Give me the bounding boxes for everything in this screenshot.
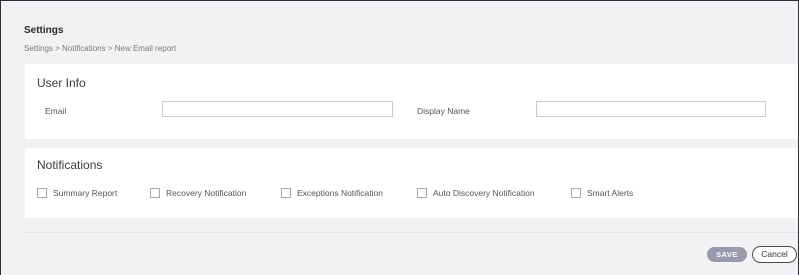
checkbox-label: Exceptions Notification (297, 188, 383, 198)
checkbox-box[interactable] (571, 188, 581, 198)
checkbox-label: Summary Report (53, 188, 118, 198)
checkbox-label: Recovery Notification (166, 188, 247, 198)
display-name-field[interactable] (536, 101, 766, 117)
summary-report-checkbox[interactable]: Summary Report (37, 188, 117, 198)
email-field[interactable] (162, 101, 393, 117)
checkbox-box[interactable] (150, 188, 160, 198)
auto-discovery-notification-checkbox[interactable]: Auto Discovery Notification (417, 188, 535, 198)
smart-alerts-checkbox[interactable]: Smart Alerts (571, 188, 633, 198)
breadcrumb: Settings > Notifications > New Email rep… (24, 44, 177, 53)
notifications-title: Notifications (37, 158, 103, 172)
notifications-card: Notifications Summary Report Recovery No… (25, 148, 798, 218)
footer-divider (25, 232, 798, 233)
settings-window: Settings Settings > Notifications > New … (0, 0, 799, 275)
save-button[interactable]: SAVE (707, 247, 747, 262)
checkbox-label: Auto Discovery Notification (433, 188, 535, 198)
recovery-notification-checkbox[interactable]: Recovery Notification (150, 188, 246, 198)
checkbox-box[interactable] (37, 188, 47, 198)
email-label: Email (45, 106, 67, 116)
checkbox-label: Smart Alerts (587, 188, 634, 198)
display-name-label: Display Name (417, 106, 470, 116)
exceptions-notification-checkbox[interactable]: Exceptions Notification (281, 188, 383, 198)
checkbox-box[interactable] (417, 188, 427, 198)
checkbox-box[interactable] (281, 188, 291, 198)
user-info-title: User Info (37, 76, 86, 90)
page-title: Settings (24, 25, 64, 36)
cancel-button[interactable]: Cancel (752, 246, 797, 263)
user-info-card: User Info Email Display Name (25, 64, 798, 139)
